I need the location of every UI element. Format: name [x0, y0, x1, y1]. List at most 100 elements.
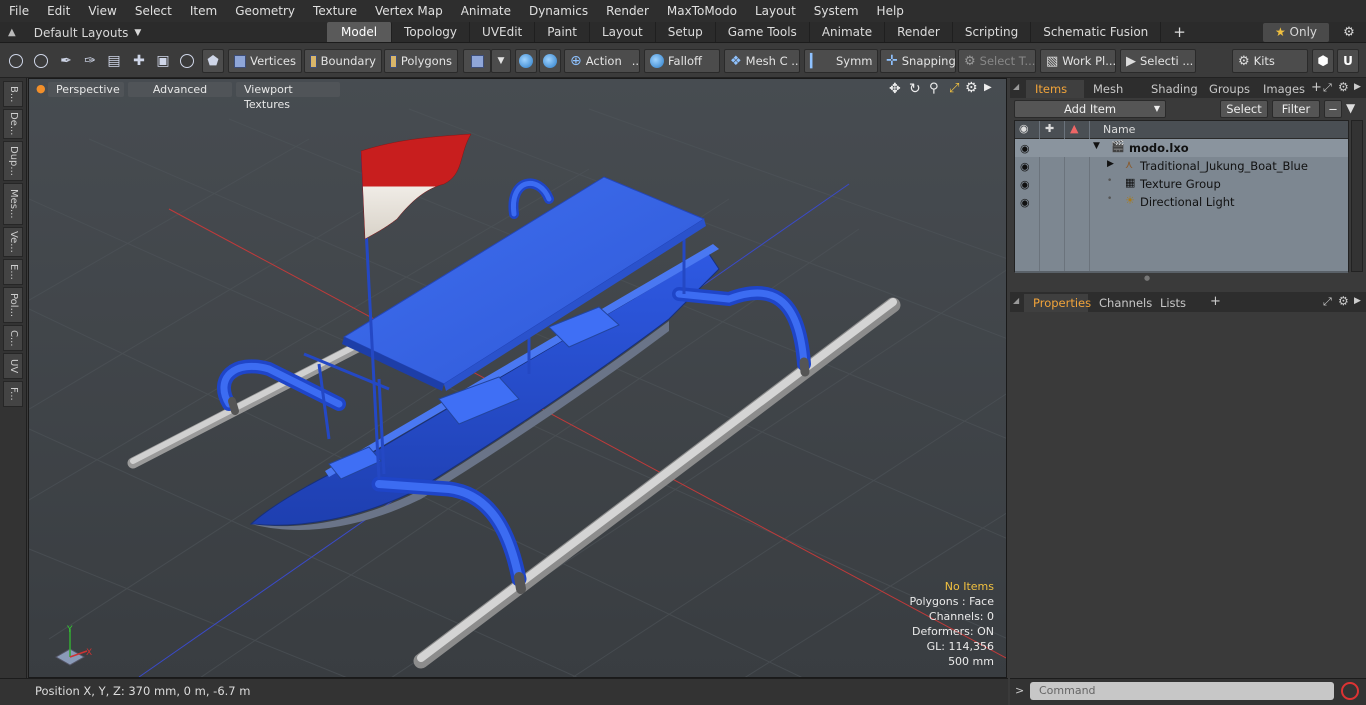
panel-expand-icon[interactable]: ⤢ [1323, 295, 1332, 309]
zoom-icon[interactable]: ⚲ [929, 81, 939, 96]
advanced-button[interactable]: Advanced [128, 82, 232, 97]
select-circle-button[interactable] [5, 49, 27, 73]
menu-file[interactable]: File [0, 0, 38, 22]
work-plane-button[interactable]: ▧ Work Pl... [1040, 49, 1116, 73]
tab-animate[interactable]: Animate [810, 22, 886, 42]
viewport-gear-icon[interactable]: ⚙ [965, 80, 978, 96]
panel-expand-icon[interactable]: ⤢ [1323, 81, 1332, 95]
tab-channels[interactable]: Channels [1090, 294, 1152, 312]
mode-dropdown-button[interactable]: ▼ [491, 49, 511, 73]
tab-properties[interactable]: Properties [1024, 294, 1091, 312]
tab-shading[interactable]: Shading [1142, 80, 1198, 98]
menu-layout[interactable]: Layout [746, 0, 805, 22]
gear-icon[interactable]: ⚙ [1338, 23, 1360, 42]
tab-topology[interactable]: Topology [392, 22, 471, 42]
panel-gear-icon[interactable]: ⚙ [1338, 80, 1349, 94]
unreal-button[interactable]: U [1337, 49, 1359, 73]
tab-lists[interactable]: Lists [1150, 294, 1196, 312]
add-item-button[interactable]: Add Item ▼ [1014, 100, 1166, 118]
menu-item[interactable]: Item [181, 0, 226, 22]
tab-items[interactable]: Items [1026, 80, 1084, 98]
tab-groups[interactable]: Groups [1200, 80, 1254, 98]
menu-system[interactable]: System [805, 0, 868, 22]
tab-scripting[interactable]: Scripting [953, 22, 1032, 42]
item-row-directional-light[interactable]: ◉ • ☀ Directional Light [1015, 193, 1348, 211]
vtab-curve[interactable]: C... [3, 325, 23, 351]
transform-button[interactable]: ✚ [128, 49, 150, 73]
item-row-texture-group[interactable]: ◉ • ▦ Texture Group [1015, 175, 1348, 193]
add-tab-icon[interactable]: + [1311, 80, 1322, 95]
eye-icon[interactable]: ◉ [1020, 142, 1032, 155]
vtab-uv[interactable]: UV [3, 353, 23, 379]
filter-button[interactable]: Filter [1272, 100, 1320, 118]
pen-tool-button[interactable]: ✒ [55, 49, 77, 73]
falloff-button[interactable]: Falloff [644, 49, 720, 73]
type-column-icon[interactable]: ▲ [1070, 122, 1078, 135]
menu-dynamics[interactable]: Dynamics [520, 0, 597, 22]
menu-texture[interactable]: Texture [304, 0, 366, 22]
layout-selector[interactable]: ▲ Default Layouts ▼ [0, 22, 141, 43]
resize-dot-icon[interactable]: ● [1144, 274, 1150, 282]
tab-layout[interactable]: Layout [590, 22, 656, 42]
vtab-edge[interactable]: E... [3, 259, 23, 285]
visibility-column-eye-icon[interactable]: ◉ [1019, 122, 1029, 135]
menu-maxtomodo[interactable]: MaxToModo [658, 0, 746, 22]
panel-arrow-icon[interactable]: ▶ [1354, 82, 1361, 92]
lock-column-icon[interactable]: ✚ [1045, 122, 1054, 135]
brush-tool-button[interactable]: ✑ [79, 49, 101, 73]
polygons-button[interactable]: Polygons [384, 49, 458, 73]
item-row-scene[interactable]: ◉ ▼ 🎬 modo.lxo [1015, 139, 1348, 157]
menu-select[interactable]: Select [126, 0, 181, 22]
globe-button[interactable] [30, 49, 52, 73]
funnel-icon[interactable]: ▼ [1346, 101, 1355, 115]
viewport-textures-button[interactable]: Viewport Textures [236, 82, 340, 111]
rotate-icon[interactable]: ↻ [909, 81, 921, 97]
expand-arrow-icon[interactable]: ▶ [1107, 159, 1114, 169]
timer-button[interactable] [176, 49, 198, 73]
tab-mesh[interactable]: Mesh ... [1084, 80, 1140, 114]
menu-render[interactable]: Render [597, 0, 658, 22]
tab-images[interactable]: Images [1254, 80, 1310, 98]
maximize-icon[interactable]: ⤢ [949, 81, 959, 96]
vtab-duplicate[interactable]: Dup... [3, 141, 23, 181]
add-tab-icon[interactable]: + [1210, 294, 1221, 309]
align-button[interactable]: ▤ [103, 49, 125, 73]
eye-icon[interactable]: ◉ [1020, 178, 1032, 191]
only-button[interactable]: ★ Only [1263, 23, 1329, 42]
snap-square-button[interactable]: ▣ [152, 49, 174, 73]
tab-schematic-fusion[interactable]: Schematic Fusion [1031, 22, 1162, 42]
unity-button[interactable]: ⬢ [1312, 49, 1334, 73]
vtab-basic[interactable]: B... [3, 81, 23, 107]
menu-vertex-map[interactable]: Vertex Map [366, 0, 452, 22]
vtab-deform[interactable]: De... [3, 109, 23, 139]
name-column-header[interactable]: Name [1103, 123, 1135, 136]
viewport-menu-arrow-icon[interactable]: ▶ [984, 82, 992, 93]
pan-icon[interactable]: ✥ [889, 81, 901, 97]
shade-button[interactable]: ⬟ [202, 49, 224, 73]
perspective-button[interactable]: Perspective [48, 82, 124, 97]
menu-geometry[interactable]: Geometry [226, 0, 304, 22]
add-tab-plus-icon[interactable]: + [1161, 22, 1198, 42]
snapping-button[interactable]: ✛ Snapping [880, 49, 956, 73]
list-scrollbar[interactable] [1015, 271, 1348, 273]
vtab-mesh-edit[interactable]: Mes... [3, 183, 23, 225]
vertical-scrollbar[interactable] [1351, 120, 1363, 272]
panel-gear-icon[interactable]: ⚙ [1338, 294, 1349, 308]
command-input[interactable]: Command [1030, 682, 1334, 700]
tab-uvedit[interactable]: UVEdit [470, 22, 536, 42]
tab-setup[interactable]: Setup [656, 22, 716, 42]
3d-viewport[interactable]: Y X ● Perspective Advanced Viewport Text… [28, 78, 1007, 678]
item-mode-button[interactable] [463, 49, 491, 73]
vtab-vertex[interactable]: Ve... [3, 227, 23, 257]
tab-model[interactable]: Model [327, 22, 393, 42]
panel-arrow-icon[interactable]: ▶ [1354, 296, 1361, 306]
action-center-button[interactable]: ⊕Action... [564, 49, 640, 73]
viewport-scene[interactable]: Y X [29, 79, 1007, 678]
select-through-button[interactable]: ⚙ Select T... [958, 49, 1036, 73]
symmetry-button[interactable]: ▎ Symm ... [804, 49, 878, 73]
tab-render[interactable]: Render [885, 22, 953, 42]
expand-arrow-icon[interactable]: ▼ [1093, 141, 1100, 151]
boundary-button[interactable]: Boundary [304, 49, 382, 73]
kits-button[interactable]: ⚙ Kits [1232, 49, 1308, 73]
sym-y-button[interactable] [539, 49, 561, 73]
